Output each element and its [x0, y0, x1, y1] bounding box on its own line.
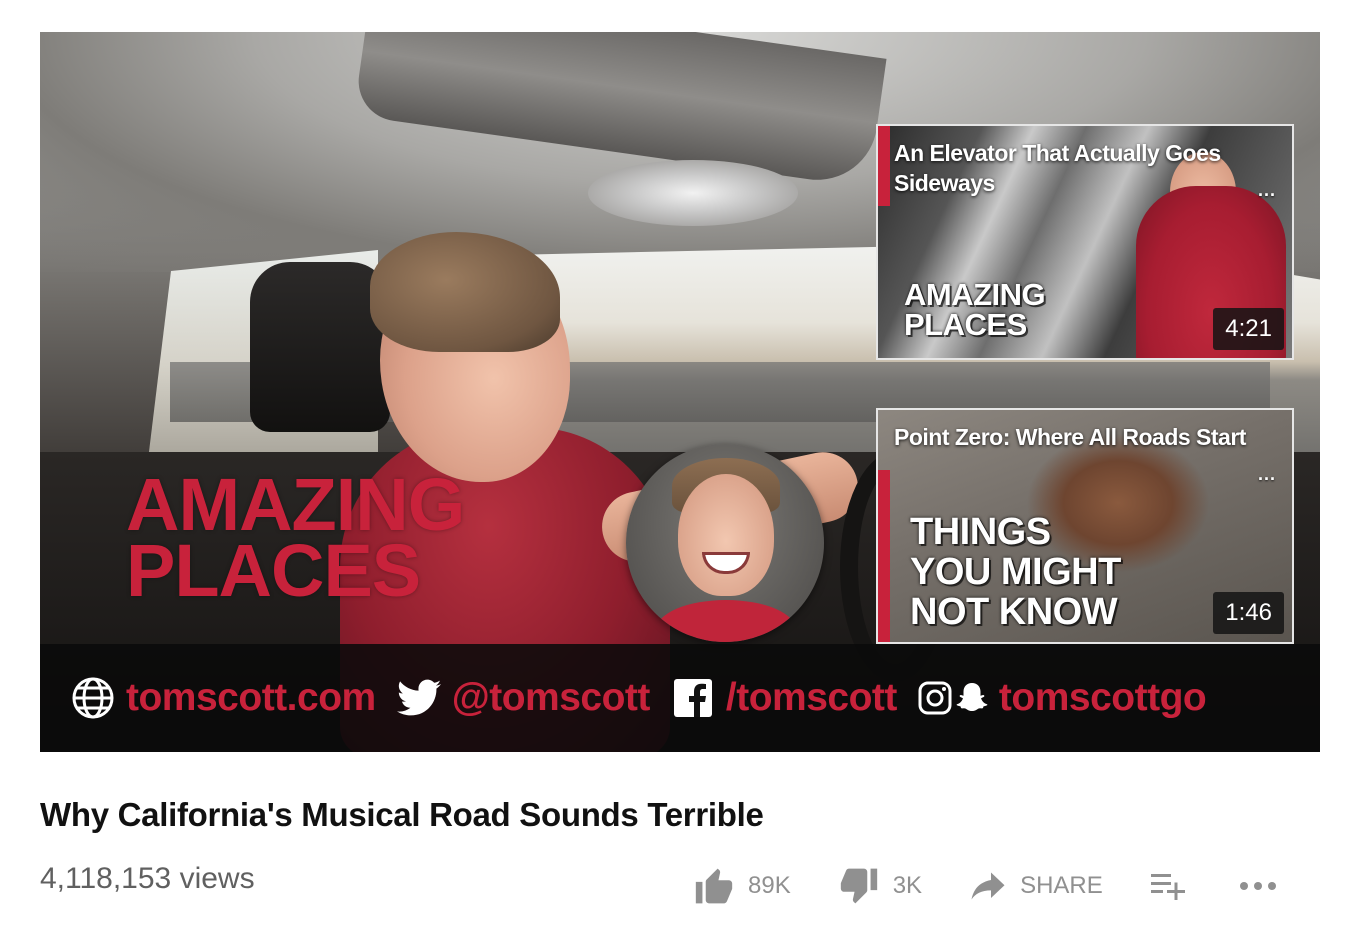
twitter-link[interactable]: @tomscott [396, 675, 650, 721]
duration-badge: 4:21 [1213, 308, 1284, 350]
end-card-title: Point Zero: Where All Roads Start [894, 424, 1246, 450]
view-count: 4,118,153 views [40, 862, 255, 895]
like-button[interactable]: 89K [694, 867, 791, 905]
facebook-handle: /tomscott [725, 676, 898, 719]
instagram-snapchat-link[interactable]: tomscottgo [917, 675, 1207, 721]
snapchat-ghost-icon [955, 675, 989, 721]
dome-light [588, 160, 798, 226]
overlay-line: THINGS [910, 511, 1051, 553]
twitter-handle: @tomscott [451, 676, 651, 719]
video-actions: 89K 3K SHARE [694, 862, 1277, 910]
overlay-line: PLACES [904, 307, 1027, 342]
more-horizontal-icon [1239, 881, 1277, 891]
save-to-playlist-button[interactable] [1150, 872, 1187, 900]
avatar-face [678, 474, 774, 596]
share-arrow-icon [970, 871, 1006, 901]
facebook-icon [670, 675, 716, 721]
share-label: SHARE [1020, 872, 1103, 899]
end-card-title: An Elevator That Actually Goes Sideways [894, 140, 1221, 196]
end-card-more-icon[interactable]: ... [1258, 180, 1276, 201]
overlay-line: YOU MIGHT [910, 551, 1121, 593]
like-count: 89K [748, 872, 791, 899]
add-to-playlist-icon [1150, 872, 1187, 900]
instagram-snapchat-handle: tomscottgo [998, 676, 1207, 719]
share-button[interactable]: SHARE [970, 871, 1103, 901]
thumbnail-overlay-text: THINGS YOU MIGHT NOT KNOW [910, 512, 1160, 632]
seat-headrest [250, 262, 390, 432]
channel-avatar-subscribe[interactable] [626, 444, 824, 642]
end-card-video-1[interactable]: An Elevator That Actually Goes Sideways … [876, 124, 1294, 360]
twitter-bird-icon [396, 675, 442, 721]
duration-badge: 1:46 [1213, 592, 1284, 634]
more-actions-button[interactable] [1239, 881, 1277, 891]
thumbs-down-icon [839, 867, 879, 905]
facebook-link[interactable]: /tomscott [670, 675, 897, 721]
end-card-video-2[interactable]: Point Zero: Where All Roads Start ... TH… [876, 408, 1294, 644]
thumbnail-overlay-text: AMAZING PLACES [904, 277, 1074, 342]
overlay-line: NOT KNOW [910, 591, 1118, 633]
avatar-shirt [656, 600, 796, 642]
overlay-line: AMAZING [904, 277, 1046, 312]
website-link[interactable]: tomscott.com [70, 675, 376, 721]
series-title-line2: PLACES [126, 529, 421, 612]
instagram-icon [917, 675, 953, 721]
video-player[interactable]: AMAZING PLACES An Elevator That Actually… [40, 32, 1320, 752]
dislike-button[interactable]: 3K [839, 867, 922, 905]
card-accent-bar [878, 470, 890, 642]
video-title: Why California's Musical Road Sounds Ter… [40, 796, 764, 833]
dislike-count: 3K [892, 872, 923, 899]
thumbs-up-icon [694, 867, 734, 905]
website-handle: tomscott.com [126, 676, 376, 719]
card-accent-bar [878, 126, 890, 206]
series-title-overlay: AMAZING PLACES [126, 468, 546, 612]
social-links-bar: tomscott.com @tomscott /tomscott tomscot… [40, 644, 1320, 752]
end-card-more-icon[interactable]: ... [1258, 464, 1276, 485]
globe-icon [70, 675, 116, 721]
